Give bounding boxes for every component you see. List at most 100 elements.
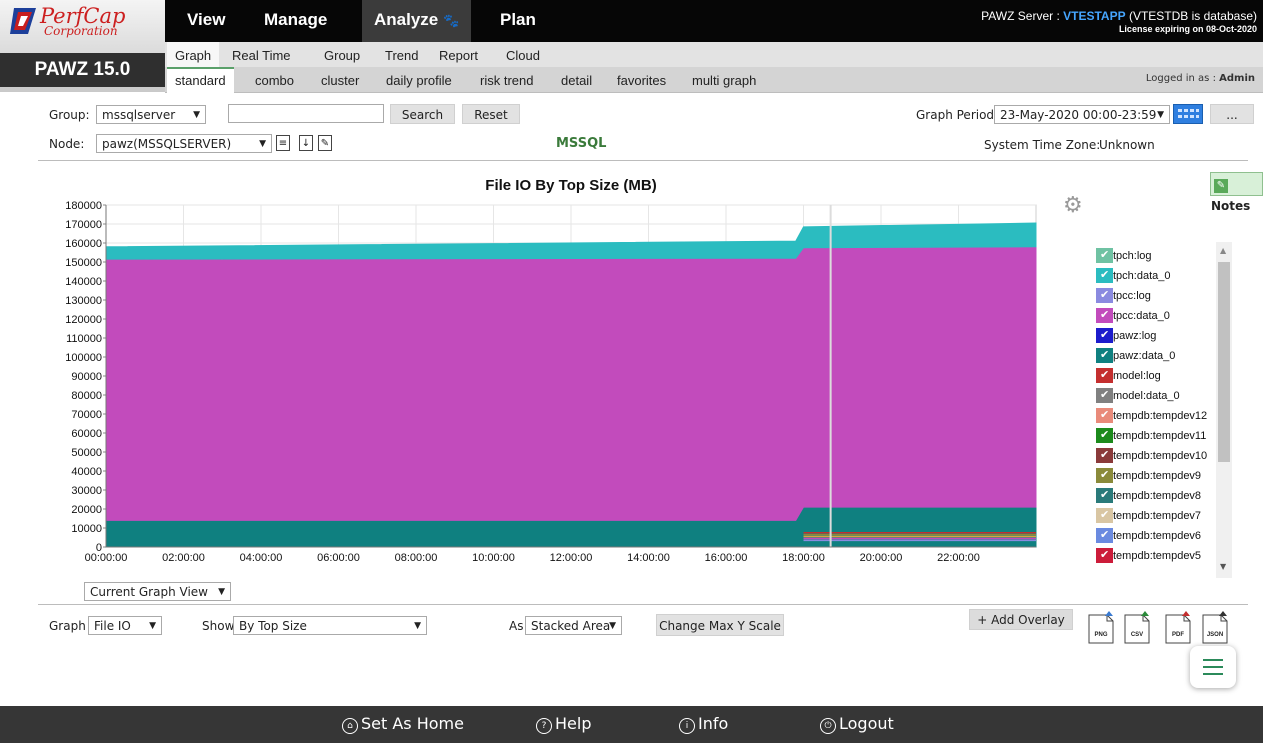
y-tick-label: 170000 xyxy=(65,219,102,231)
show-label: Show xyxy=(202,619,235,633)
node-select-value: pawz(MSSQLSERVER) xyxy=(102,137,232,151)
export-png-icon[interactable]: PNG xyxy=(1087,611,1115,645)
legend-scroll-thumb[interactable] xyxy=(1218,262,1230,462)
legend-checkbox[interactable] xyxy=(1096,465,1113,485)
legend-checkbox[interactable] xyxy=(1096,245,1113,265)
legend-checkbox[interactable] xyxy=(1096,505,1113,525)
search-input[interactable] xyxy=(228,104,384,123)
legend-checkbox[interactable] xyxy=(1096,405,1113,425)
legend-checkbox[interactable] xyxy=(1096,285,1113,305)
tab-trend[interactable]: Trend xyxy=(385,42,418,67)
logged-in-label: Logged in as : xyxy=(1145,73,1220,84)
tab-detail[interactable]: detail xyxy=(561,67,592,92)
edit-icon[interactable]: ✎ xyxy=(318,135,332,151)
legend-checkbox[interactable] xyxy=(1096,305,1113,325)
download-icon[interactable]: ↓ xyxy=(299,135,313,151)
product-version: PAWZ 15.0 xyxy=(0,53,165,87)
server-db: (VTESTDB is database) xyxy=(1125,9,1257,23)
y-tick-label: 30000 xyxy=(71,485,102,497)
logout-label: Logout xyxy=(839,714,894,733)
set-as-home-link[interactable]: ⌂ Set As Home xyxy=(342,714,464,734)
document-icon[interactable]: ≡ xyxy=(276,135,290,151)
server-info: PAWZ Server : VTESTAPP (VTESTDB is datab… xyxy=(981,10,1257,35)
tab-multi-graph[interactable]: multi graph xyxy=(692,67,756,92)
node-label: Node: xyxy=(49,137,85,151)
info-icon: i xyxy=(679,718,695,734)
x-tick-label: 08:00:00 xyxy=(395,552,438,564)
legend-checkbox[interactable] xyxy=(1096,525,1113,545)
graph-type-tabs: standard combo cluster daily profile ris… xyxy=(165,67,1263,94)
x-tick-label: 16:00:00 xyxy=(705,552,748,564)
server-name[interactable]: VTESTAPP xyxy=(1063,9,1125,23)
legend-checkbox[interactable] xyxy=(1096,325,1113,345)
hamburger-menu-button[interactable] xyxy=(1190,646,1236,688)
chart-style-select[interactable]: Stacked Area ▼ xyxy=(525,616,622,635)
graph-period-select[interactable]: 23-May-2020 00:00-23:59 ▼ xyxy=(994,105,1170,124)
legend-label: tpcc:log xyxy=(1113,290,1151,302)
help-link[interactable]: ? Help xyxy=(536,714,591,734)
tab-real-time[interactable]: Real Time xyxy=(232,42,291,67)
legend-checkbox[interactable] xyxy=(1096,345,1113,365)
nav-plan[interactable]: Plan xyxy=(500,0,536,42)
tab-cluster[interactable]: cluster xyxy=(321,67,359,92)
home-icon: ⌂ xyxy=(342,718,358,734)
x-tick-label: 02:00:00 xyxy=(162,552,205,564)
notes-button[interactable]: ✎ Notes xyxy=(1210,172,1263,213)
scroll-up-icon[interactable]: ▲ xyxy=(1220,246,1226,255)
legend-checkbox[interactable] xyxy=(1096,425,1113,445)
y-tick-label: 130000 xyxy=(65,295,102,307)
legend-label: tempdb:tempdev5 xyxy=(1113,550,1202,562)
scroll-down-icon[interactable]: ▼ xyxy=(1220,562,1226,571)
search-button[interactable]: Search xyxy=(390,104,455,124)
info-label: Info xyxy=(698,714,729,733)
node-select[interactable]: pawz(MSSQLSERVER) ▼ xyxy=(96,134,272,153)
legend-checkbox[interactable] xyxy=(1096,485,1113,505)
legend-checkbox[interactable] xyxy=(1096,385,1113,405)
more-options-button[interactable]: ... xyxy=(1210,104,1254,124)
chevron-down-icon: ▼ xyxy=(193,110,200,120)
tab-graph[interactable]: Graph xyxy=(167,42,220,67)
calendar-icon[interactable] xyxy=(1173,104,1203,124)
chart-style-value: Stacked Area xyxy=(531,619,611,633)
nav-analyze[interactable]: Analyze 🐾 xyxy=(362,0,472,42)
legend-label: tempdb:tempdev12 xyxy=(1113,410,1208,422)
logout-link[interactable]: ⏻ Logout xyxy=(820,714,894,734)
info-link[interactable]: i Info xyxy=(679,714,728,734)
export-csv-icon[interactable]: CSV xyxy=(1123,611,1151,645)
gear-icon[interactable]: ⚙ xyxy=(1063,193,1083,218)
tab-cloud[interactable]: Cloud xyxy=(506,42,540,67)
tab-group[interactable]: Group xyxy=(324,42,360,67)
chevron-down-icon: ▼ xyxy=(149,621,156,631)
tab-favorites[interactable]: favorites xyxy=(617,67,666,92)
group-label: Group: xyxy=(49,108,90,122)
legend-label: tempdb:tempdev11 xyxy=(1113,430,1207,442)
notes-label: Notes xyxy=(1211,199,1251,213)
graph-metric-select[interactable]: File IO ▼ xyxy=(88,616,162,635)
legend-label: model:log xyxy=(1113,370,1161,382)
y-tick-label: 80000 xyxy=(71,390,102,402)
chevron-down-icon: ▼ xyxy=(218,587,225,597)
tab-daily-profile[interactable]: daily profile xyxy=(386,67,452,92)
legend-checkbox[interactable] xyxy=(1096,445,1113,465)
group-select[interactable]: mssqlserver ▼ xyxy=(96,105,206,124)
db-type-label: MSSQL xyxy=(556,136,607,151)
legend-checkbox[interactable] xyxy=(1096,365,1113,385)
add-overlay-button[interactable]: + Add Overlay xyxy=(969,609,1073,630)
tab-report[interactable]: Report xyxy=(439,42,478,67)
reset-button[interactable]: Reset xyxy=(462,104,520,124)
change-max-y-button[interactable]: Change Max Y Scale xyxy=(656,614,784,636)
tab-risk-trend[interactable]: risk trend xyxy=(480,67,533,92)
tab-standard[interactable]: standard xyxy=(167,67,234,94)
legend-checkbox[interactable] xyxy=(1096,265,1113,285)
export-label: CSV xyxy=(1130,632,1144,638)
export-json-icon[interactable]: JSON xyxy=(1201,611,1229,645)
legend-checkbox[interactable] xyxy=(1096,545,1113,565)
y-tick-label: 20000 xyxy=(71,504,102,516)
tab-combo[interactable]: combo xyxy=(255,67,294,92)
export-pdf-icon[interactable]: PDF xyxy=(1164,611,1192,645)
nav-view[interactable]: View xyxy=(187,0,225,42)
graph-view-select[interactable]: Current Graph View ▼ xyxy=(84,582,231,601)
x-tick-label: 10:00:00 xyxy=(472,552,515,564)
nav-manage[interactable]: Manage xyxy=(264,0,327,42)
show-select[interactable]: By Top Size ▼ xyxy=(233,616,427,635)
